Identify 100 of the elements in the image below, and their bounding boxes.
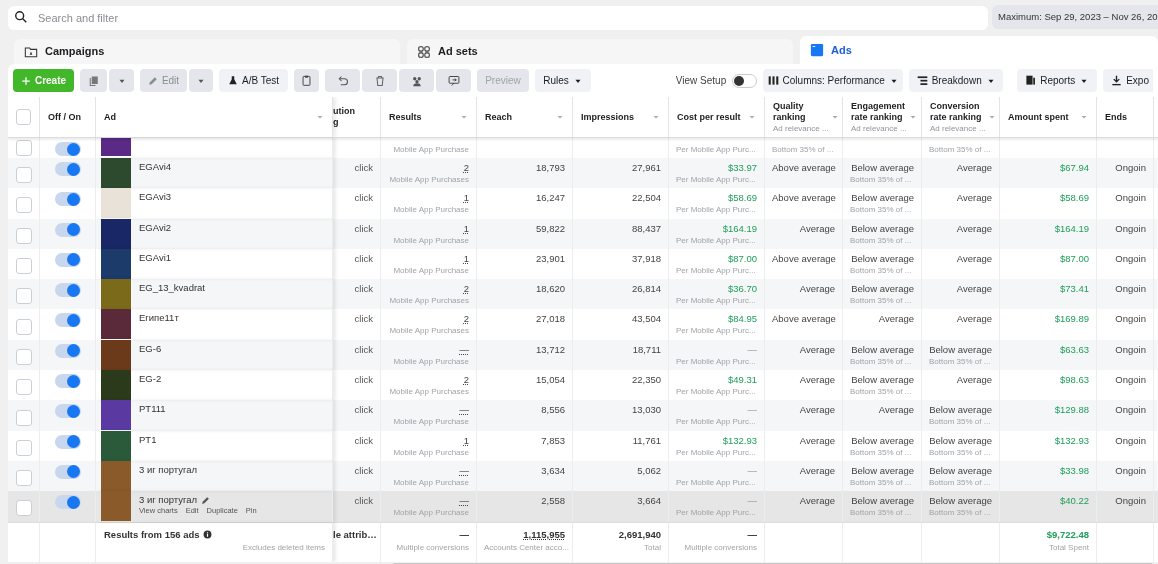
summary-value: $9,722.48 [1045,528,1089,541]
on-off-toggle[interactable] [54,222,81,237]
columns-button[interactable]: Columns: Performance [763,69,904,92]
table-cell-text: 3,634 [540,464,565,477]
table-cell-text: Ongoin [1114,343,1146,356]
delete-button[interactable] [362,69,397,92]
rules-button[interactable]: Rules [535,69,591,92]
column-header[interactable]: Engagement rate ranking [851,100,907,123]
row-checkbox[interactable] [15,258,32,275]
share-button[interactable] [436,69,471,92]
column-header[interactable]: Ends [1105,111,1145,123]
row-checkbox[interactable] [15,288,32,305]
plus-icon [20,75,31,86]
ads-icon [810,43,824,57]
table-cell-text: Ongoin [1114,374,1146,387]
view-setup-toggle[interactable] [732,73,758,88]
tab[interactable]: Ads [800,36,1158,64]
on-off-toggle[interactable] [54,374,81,389]
column-header[interactable]: Conversion rate ranking [930,100,986,123]
column-header[interactable]: g [333,117,355,128]
ad-name[interactable]: PT1 [139,433,157,446]
table-cell-text: $84.95 [726,313,757,326]
on-off-toggle[interactable] [54,192,81,207]
ad-name[interactable]: EGAvi2 [139,221,172,234]
row-checkbox[interactable] [15,500,32,517]
ad-name[interactable]: Египе11т [139,312,179,325]
ad-name[interactable]: 3 иг португал [139,494,198,507]
ad-name[interactable]: PT111 [139,403,166,416]
table-cell: Below average [850,222,914,235]
table-cell-text: Average [798,222,835,235]
ad-name[interactable]: 3 иг португал [139,463,198,476]
row-checkbox[interactable] [15,379,32,396]
table-cell-text: $132.93 [1053,434,1089,447]
ad-name[interactable]: EG_13_kvadrat [139,282,205,295]
on-off-toggle[interactable] [54,283,81,298]
table-cell: Above average [772,313,835,326]
on-off-toggle[interactable] [54,434,81,449]
row-checkbox[interactable] [15,409,32,426]
flask-icon [227,75,238,86]
tab[interactable]: Ad sets [407,39,793,64]
undo-button[interactable] [325,69,360,92]
ad-thumbnail [101,430,131,461]
table-cell-text: 15,054 [534,374,565,387]
table-cell-text: click [353,283,373,296]
table-cell-text: Average [877,313,914,326]
reports-button[interactable]: Reports [1017,69,1098,92]
table-cell-text: $98.63 [1058,374,1089,387]
on-off-toggle[interactable] [54,404,81,419]
on-off-toggle[interactable] [54,464,81,479]
ad-thumbnail [101,188,131,219]
column-header[interactable]: Ad [104,111,314,123]
on-off-toggle[interactable] [54,495,81,510]
column-header[interactable]: Cost per result [677,111,746,123]
table-cell-text: 23,901 [534,252,565,265]
table-cell-text: click [353,343,373,356]
search-field[interactable]: Search and filter [8,6,988,30]
row-checkbox[interactable] [15,197,32,214]
duplicate-button[interactable] [80,69,107,92]
on-off-toggle[interactable] [54,142,81,156]
on-off-toggle[interactable] [54,162,81,176]
table-cell-text: click [353,222,373,235]
ab-test-button[interactable]: A/B Test [219,69,288,92]
select-all-checkbox[interactable] [16,109,31,125]
table-cell-text: $58.69 [726,192,757,205]
table-cell: Below average [929,404,992,417]
row-checkbox[interactable] [15,318,32,335]
date-range-button[interactable]: Maximum: Sep 29, 2023 – Nov 26, 20 [992,5,1158,29]
ad-name[interactable]: EG-2 [139,373,162,386]
table-cell-text: 37,918 [630,252,661,265]
row-checkbox[interactable] [15,470,32,487]
on-off-toggle[interactable] [54,252,81,267]
table-cell: Bottom 35% of ... [929,507,992,520]
table-cell-text: — [458,495,469,508]
export-button[interactable]: Expo [1103,69,1153,92]
on-off-toggle[interactable] [54,343,81,358]
table-cell-text: click [353,252,373,265]
row-checkbox[interactable] [15,227,32,244]
column-header[interactable]: Reach [485,111,554,123]
audience-button[interactable] [399,69,434,92]
ad-name[interactable]: EGAvi1 [139,251,172,264]
row-checkbox[interactable] [15,140,32,156]
ad-name[interactable]: EGAvi4 [139,161,172,173]
column-header[interactable]: Off / On [48,111,87,123]
row-checkbox[interactable] [15,348,32,365]
on-off-toggle[interactable] [54,313,81,328]
clipboard-button[interactable] [294,69,319,92]
table-cell-text: Bottom 35% of ... [850,386,913,399]
ad-name[interactable]: EG-6 [139,342,162,355]
tab[interactable]: Campaigns [14,39,400,64]
row-checkbox[interactable] [15,439,32,456]
ad-name[interactable]: EGAvi3 [139,191,172,204]
row-checkbox[interactable] [15,167,32,184]
column-header[interactable]: Quality ranking [773,100,829,123]
column-header[interactable]: Amount spent [1008,111,1078,123]
column-header[interactable]: ution [333,106,355,117]
trash-icon [373,74,386,87]
column-header[interactable]: Results [389,111,458,123]
column-header[interactable]: Impressions [581,111,650,123]
breakdown-button[interactable]: Breakdown [909,69,1004,92]
table-cell-text: $164.19 [721,222,757,235]
